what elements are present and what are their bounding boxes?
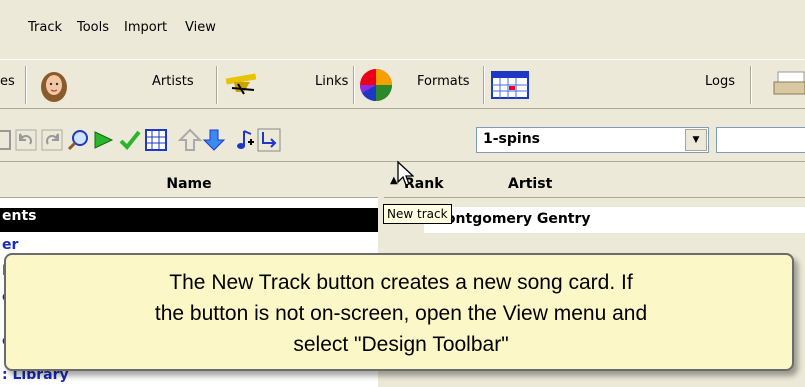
logs-label[interactable]: Logs	[705, 74, 735, 89]
grid-table-icon[interactable]	[144, 128, 168, 152]
artists-label[interactable]: Artists	[152, 74, 194, 89]
search-input[interactable]	[716, 127, 805, 153]
callout-line: the button is not on-screen, open the Vi…	[154, 302, 648, 325]
formats-icon-button[interactable]	[358, 65, 408, 105]
toolbar-separator	[483, 66, 485, 104]
undo-icon[interactable]	[14, 128, 38, 152]
artist-cell: Montgomery Gentry	[432, 211, 591, 227]
indent-arrow-icon[interactable]	[257, 128, 281, 152]
pie-chart-icon	[359, 69, 392, 102]
name-column-header[interactable]: Name	[0, 171, 378, 198]
logs-icon-button[interactable]	[490, 65, 550, 105]
checkmark-icon[interactable]	[118, 128, 142, 152]
printer-icon	[773, 71, 805, 95]
artist-face-icon	[41, 72, 67, 102]
main-toolbar: es Artists Links Formats Logs	[0, 59, 805, 109]
menu-bar: Track Tools Import View	[0, 0, 805, 58]
calendar-grid-icon	[491, 71, 529, 99]
links-icon-button[interactable]	[224, 65, 284, 105]
links-icon	[225, 73, 257, 95]
artist-column-header[interactable]: Artist	[508, 176, 552, 192]
down-arrow-icon[interactable]	[202, 128, 226, 152]
links-label[interactable]: Links	[315, 74, 348, 89]
design-toolbar: 1-spins ▼	[0, 118, 805, 162]
magnifier-icon[interactable]	[66, 128, 90, 152]
green-arrow-icon[interactable]	[92, 128, 116, 152]
tracks-header: ▲ Rank Artist	[384, 171, 805, 198]
toolbar-partial-label[interactable]: es	[0, 74, 15, 89]
new-track-icon[interactable]	[234, 128, 258, 152]
toolbar-separator	[25, 66, 27, 104]
table-row[interactable]: 1 Montgomery Gentry	[418, 207, 805, 233]
partial-gray-icon[interactable]	[0, 128, 12, 152]
menu-import[interactable]: Import	[124, 20, 167, 35]
callout-line: The New Track button creates a new song …	[169, 271, 633, 294]
menu-track[interactable]: Track	[28, 20, 62, 35]
chevron-down-icon[interactable]: ▼	[685, 129, 707, 151]
print-icon-button[interactable]	[770, 65, 805, 105]
view-select-dropdown[interactable]: 1-spins ▼	[476, 127, 709, 153]
callout-text: The New Track button creates a new song …	[6, 267, 796, 360]
callout-line: select "Design Toolbar"	[293, 333, 509, 356]
menu-tools[interactable]: Tools	[77, 20, 109, 35]
menu-view[interactable]: View	[185, 20, 216, 35]
toolbar-separator	[750, 66, 752, 104]
help-callout: The New Track button creates a new song …	[4, 253, 794, 371]
redo-icon[interactable]	[40, 128, 64, 152]
dropdown-value: 1-spins	[483, 131, 541, 147]
list-item[interactable]: ents	[0, 208, 378, 232]
toolbar-separator	[353, 66, 355, 104]
toolbar-separator	[216, 66, 218, 104]
new-track-tooltip: New track	[383, 204, 452, 224]
up-arrow-icon[interactable]	[178, 128, 202, 152]
mouse-cursor-icon	[397, 160, 414, 186]
formats-label[interactable]: Formats	[417, 74, 470, 89]
